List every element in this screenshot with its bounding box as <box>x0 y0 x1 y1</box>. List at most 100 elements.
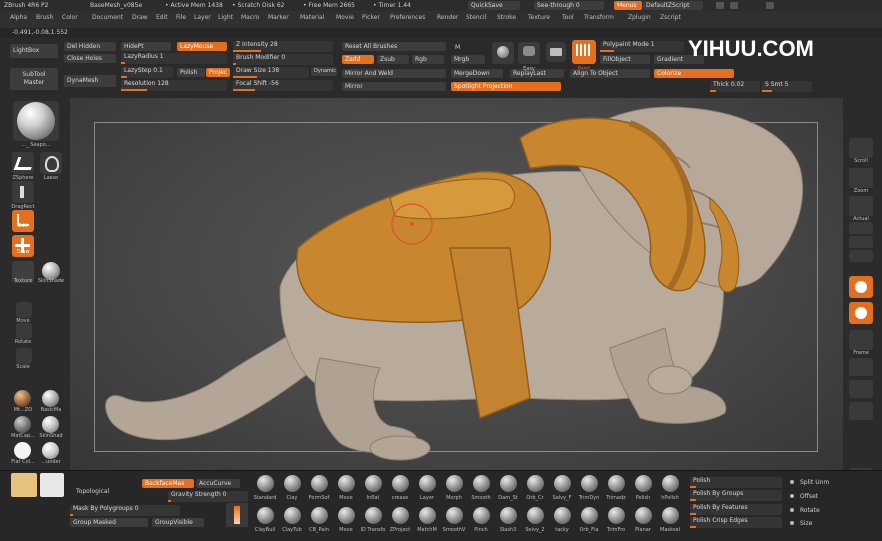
hidept-button[interactable]: HidePt <box>121 42 171 51</box>
layout-icon[interactable] <box>730 2 738 9</box>
z-intensity-slider[interactable]: Z Intensity 28 <box>233 41 333 52</box>
s-smt-slider[interactable]: S Smt 5 <box>762 81 812 92</box>
zoom-icon[interactable] <box>849 168 873 188</box>
brush-icon-trimdyn[interactable] <box>581 475 598 492</box>
gravity-strength-slider[interactable]: Gravity Strength 0 <box>168 491 248 502</box>
brush-icon-masksel[interactable] <box>662 507 679 524</box>
zadd-toggle[interactable]: Zadd <box>342 55 374 64</box>
brush-icon-inflat[interactable] <box>365 475 382 492</box>
menu-item-macro[interactable]: Macro <box>241 14 259 21</box>
lazystep-slider[interactable]: LazyStep 0.1 <box>121 67 173 78</box>
brush-icon-hpolish[interactable] <box>662 475 679 492</box>
offset-button[interactable]: Offset <box>800 493 818 500</box>
group-visible-button[interactable]: GroupVisible <box>152 518 204 527</box>
menu-item-material[interactable]: Material <box>300 14 324 21</box>
rgb-toggle[interactable]: Rgb <box>412 55 444 64</box>
lazymouse-toggle[interactable]: LazyMouse <box>177 42 227 51</box>
viewport-canvas[interactable] <box>70 98 843 470</box>
menus-toggle[interactable]: Menus <box>614 1 642 10</box>
persp-icon[interactable] <box>849 236 873 248</box>
mirror-and-weld-button[interactable]: Mirror And Weld <box>342 69 446 78</box>
brush-icon-planar[interactable] <box>635 507 652 524</box>
easy-icon[interactable] <box>518 42 540 64</box>
secondary-color-swatch[interactable] <box>40 473 64 497</box>
topological-label[interactable]: Topological <box>76 488 109 495</box>
menu-item-preferences[interactable]: Preferences <box>390 14 425 21</box>
brush-icon-layer[interactable] <box>419 475 436 492</box>
zsphere-stroke-icon[interactable] <box>12 152 36 174</box>
local-toggle[interactable] <box>849 302 873 324</box>
subtool-master-button[interactable]: SubTool Master <box>10 68 58 90</box>
dynamesh-button[interactable]: DynaMesh <box>64 75 116 87</box>
scale-icon[interactable] <box>16 348 32 364</box>
material-icon-skinshade[interactable] <box>42 416 59 433</box>
frame-icon[interactable] <box>849 330 873 350</box>
focal-shift-slider[interactable]: Focal Shift -56 <box>233 80 333 91</box>
group-masked-button[interactable]: Group Masked <box>70 518 148 527</box>
polish-toggle[interactable]: Polish <box>177 68 205 77</box>
brush-icon-move[interactable] <box>338 475 355 492</box>
merge-down-button[interactable]: MergeDown <box>451 69 503 78</box>
camera-icon[interactable] <box>546 42 566 62</box>
menu-item-movie[interactable]: Movie <box>336 14 354 21</box>
thick-slider[interactable]: Thick 0.02 <box>710 81 760 92</box>
brush-icon-move-2[interactable] <box>338 507 355 524</box>
brush-icon-pinch[interactable] <box>473 507 490 524</box>
brush-icon-slash3[interactable] <box>500 507 517 524</box>
move-icon[interactable] <box>16 302 32 318</box>
colorize-toggle[interactable]: Colorize <box>654 69 734 78</box>
split-unm-button[interactable]: Split Unm <box>800 479 829 486</box>
spotlight-projection-toggle[interactable]: Spotlight Projection <box>451 82 561 91</box>
menu-item-stencil[interactable]: Stencil <box>466 14 486 21</box>
aahalf-icon[interactable] <box>849 222 873 234</box>
brush-icon-claybuil[interactable] <box>257 507 274 524</box>
brush-icon-matchm[interactable] <box>419 507 436 524</box>
menu-item-zscript[interactable]: Zscript <box>660 14 681 21</box>
brush-icon-smooth[interactable] <box>473 475 490 492</box>
move-view-icon[interactable] <box>849 358 873 376</box>
brush-icon-crease[interactable] <box>392 475 409 492</box>
lazyradius-slider[interactable]: LazyRadius 1 <box>121 53 227 64</box>
fill-object-button[interactable]: FillObject <box>600 55 650 64</box>
dragrect-icon[interactable] <box>12 181 34 203</box>
menu-item-stroke[interactable]: Stroke <box>497 14 516 21</box>
rotate-view-icon[interactable] <box>849 402 873 420</box>
del-hidden-button[interactable]: Del Hidden <box>64 42 116 51</box>
backface-mask-toggle[interactable]: BackfaceMas <box>142 479 194 488</box>
close-holes-button[interactable]: Close Holes <box>64 54 116 63</box>
polish-by-groups-slider[interactable]: Polish By Groups <box>690 490 782 501</box>
polish-slider[interactable]: Polish <box>690 477 782 488</box>
default-zscript-button[interactable]: DefaultZScript <box>643 1 703 10</box>
quick-toggle[interactable] <box>849 276 873 298</box>
menu-item-tool[interactable]: Tool <box>562 14 574 21</box>
brush-icon-zproject[interactable] <box>392 507 409 524</box>
lasso-icon[interactable] <box>40 152 62 174</box>
size-button[interactable]: Size <box>800 520 812 527</box>
brush-icon-dam-st[interactable] <box>500 475 517 492</box>
rotate-button[interactable]: Rotate <box>800 507 820 514</box>
brush-icon-orb-cr[interactable] <box>527 475 544 492</box>
reset-all-brushes-button[interactable]: Reset All Brushes <box>342 42 446 51</box>
menu-item-zplugin[interactable]: Zplugin <box>628 14 651 21</box>
lightbox-button[interactable]: LightBox <box>10 44 58 58</box>
see-through-slider[interactable]: See-through 0 <box>534 1 604 10</box>
material-icon-flat[interactable] <box>14 442 31 459</box>
menu-item-render[interactable]: Render <box>437 14 458 21</box>
menu-item-file[interactable]: File <box>176 14 186 21</box>
actual-icon[interactable] <box>849 196 873 216</box>
menu-item-transform[interactable]: Transform <box>584 14 614 21</box>
align-to-object-button[interactable]: Align To Object <box>570 69 650 78</box>
brush-icon-tacky[interactable] <box>554 507 571 524</box>
brush-icon-trimadz[interactable] <box>608 475 625 492</box>
menu-item-alpha[interactable]: Alpha <box>10 14 27 21</box>
brush-icon-selvy-2[interactable] <box>527 507 544 524</box>
brush-icon-cb-pain[interactable] <box>311 507 328 524</box>
mask-by-polygroups-slider[interactable]: Mask By Polygroups 0 <box>70 505 180 516</box>
window-controls[interactable] <box>716 2 776 9</box>
brush-icon-orb-fla[interactable] <box>581 507 598 524</box>
brush-icon-trimfro[interactable] <box>608 507 625 524</box>
help-icon[interactable] <box>716 2 724 9</box>
mrgb-toggle[interactable]: Mrgb <box>451 55 485 64</box>
scale-view-icon[interactable] <box>849 380 873 398</box>
accucurve-toggle[interactable]: AccuCurve <box>196 479 240 488</box>
